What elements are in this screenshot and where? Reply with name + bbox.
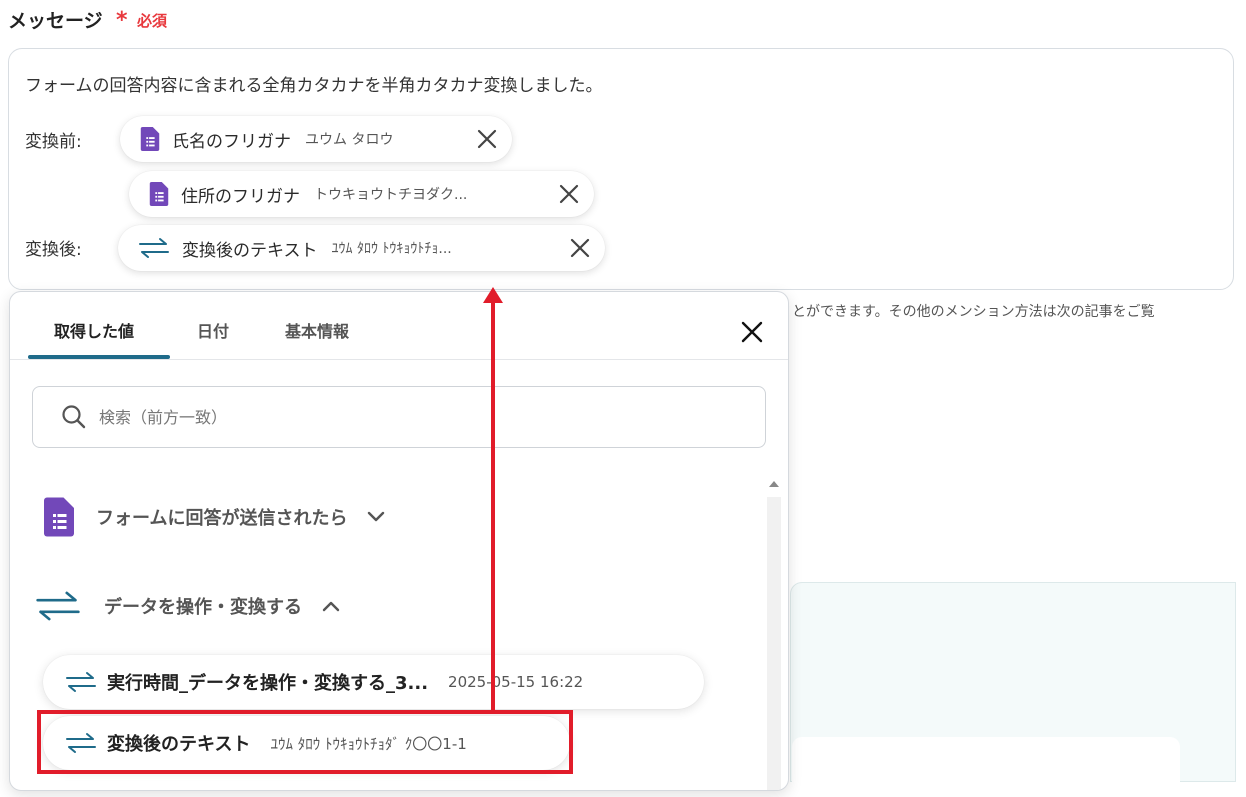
chip-value: ﾕｳﾑ ﾀﾛｳ ﾄｳｷｮｳﾄﾁｮ...: [331, 241, 452, 257]
chip-label: 氏名のフリガナ: [172, 131, 291, 152]
message-line: フォームの回答内容に含まれる全角カタカナを半角カタカナ変換しました。: [25, 76, 603, 96]
annotation-highlight-box: [37, 710, 573, 774]
close-icon[interactable]: [738, 318, 766, 346]
scrollbar-track[interactable]: [767, 497, 781, 790]
search-icon: [62, 405, 86, 429]
remove-chip-icon[interactable]: [569, 237, 591, 259]
convert-arrows-icon: [139, 238, 169, 258]
item-value: 2025-05-15 16:22: [448, 673, 584, 691]
remove-chip-icon[interactable]: [476, 128, 498, 150]
tab-basic-info[interactable]: 基本情報: [285, 318, 349, 342]
chip-value: ユウム タロウ: [305, 132, 394, 148]
search-box[interactable]: [32, 386, 766, 448]
helper-text: とができます。その他のメンション方法は次の記事をご覧: [792, 304, 1155, 320]
before-label: 変換前:: [25, 132, 82, 152]
annotation-arrow-line: [491, 302, 495, 712]
section-data-convert[interactable]: データを操作・変換する: [34, 590, 340, 622]
mention-chip-address-furigana[interactable]: 住所のフリガナ トウキョウトチヨダク...: [129, 171, 594, 217]
message-editor[interactable]: フォームの回答内容に含まれる全角カタカナを半角カタカナ変換しました。 変換前: …: [8, 48, 1234, 290]
list-item-execution-time[interactable]: 実行時間_データを操作・変換する_3... 2025-05-15 16:22: [43, 655, 704, 709]
search-input[interactable]: [97, 406, 701, 428]
convert-arrows-icon: [66, 672, 96, 692]
chevron-up-icon: [322, 601, 340, 612]
convert-arrows-icon: [36, 591, 80, 621]
tab-date[interactable]: 日付: [197, 318, 229, 342]
tabs-divider: [10, 359, 788, 360]
required-mark: *: [116, 8, 128, 33]
google-forms-icon: [140, 127, 160, 151]
google-forms-icon: [149, 182, 169, 206]
background-card: [792, 737, 1180, 797]
chip-label: 変換後のテキスト: [182, 240, 318, 261]
field-label: メッセージ: [8, 10, 103, 32]
mention-chip-converted-text[interactable]: 変換後のテキスト ﾕｳﾑ ﾀﾛｳ ﾄｳｷｮｳﾄﾁｮ...: [118, 225, 605, 271]
chevron-down-icon: [368, 511, 385, 522]
remove-chip-icon[interactable]: [558, 183, 580, 205]
after-label: 変換後:: [25, 240, 82, 260]
section-form-submitted[interactable]: フォームに回答が送信されたら: [44, 497, 385, 537]
annotation-arrow-head: [483, 287, 503, 303]
tab-acquired-values[interactable]: 取得した値: [54, 318, 134, 342]
google-forms-icon: [44, 497, 74, 537]
section-label: フォームに回答が送信されたら: [96, 508, 348, 529]
item-label: 実行時間_データを操作・変換する_3...: [107, 673, 429, 694]
required-text: 必須: [137, 12, 168, 30]
mention-chip-name-furigana[interactable]: 氏名のフリガナ ユウム タロウ: [120, 116, 512, 162]
chip-label: 住所のフリガナ: [181, 186, 300, 207]
chip-value: トウキョウトチヨダク...: [314, 187, 468, 203]
scroll-up-icon[interactable]: [766, 478, 782, 490]
section-label: データを操作・変換する: [104, 597, 302, 618]
